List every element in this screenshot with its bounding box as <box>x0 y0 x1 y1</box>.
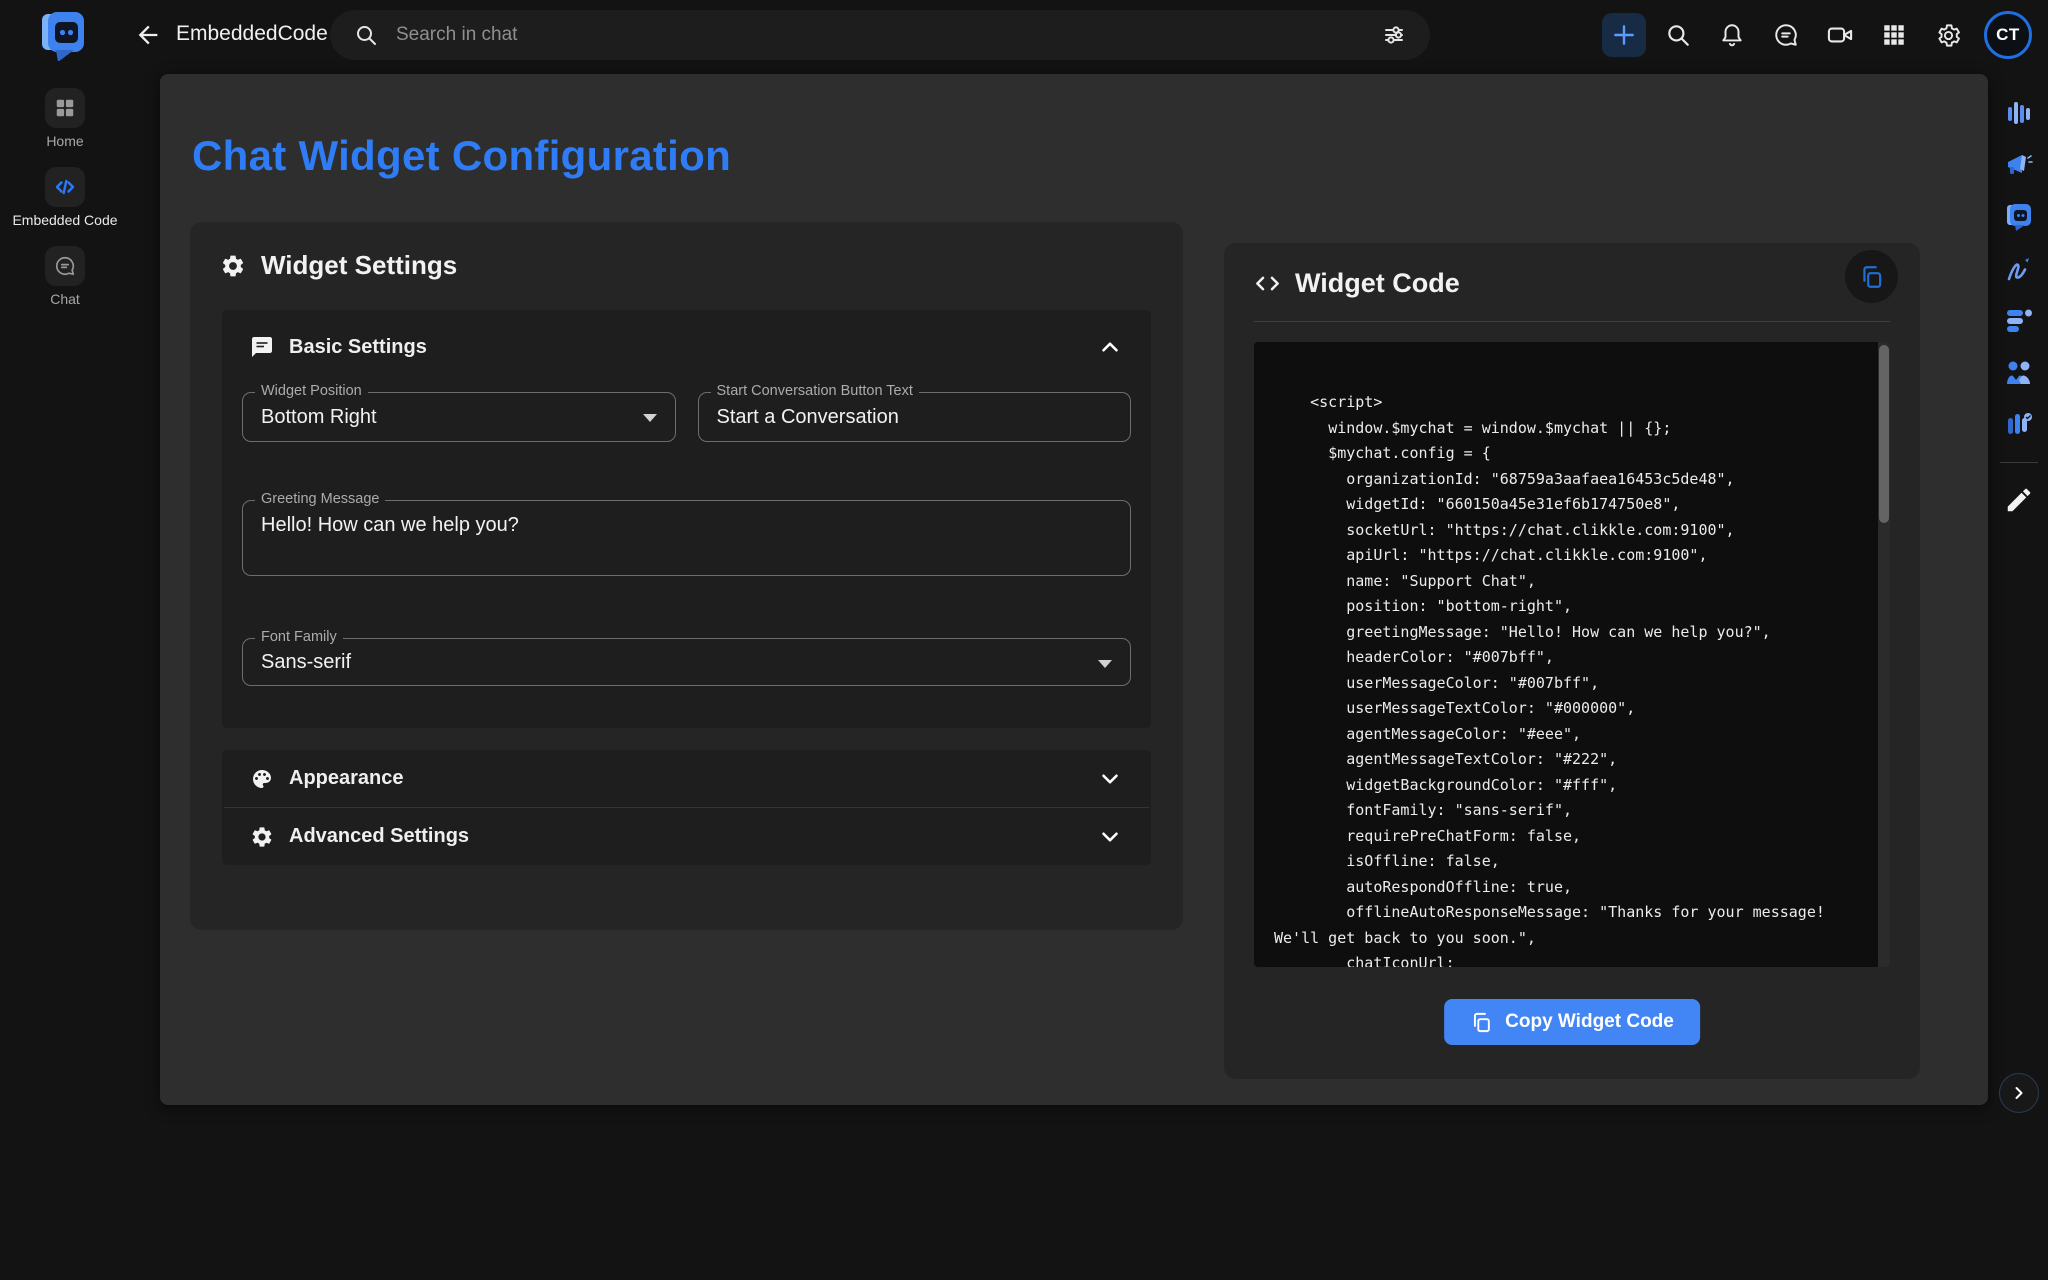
home-grid-icon <box>54 97 76 119</box>
stats-check-icon[interactable] <box>2004 410 2034 440</box>
page-title: Chat Widget Configuration <box>192 132 731 180</box>
analytics-icon[interactable] <box>2004 98 2034 128</box>
accordion-label: Appearance <box>289 767 1082 790</box>
chevron-up-icon[interactable] <box>1097 334 1123 360</box>
field-label: Start Conversation Button Text <box>711 383 919 399</box>
sidebar-item-label: Embedded Code <box>12 212 117 228</box>
add-button[interactable] <box>1602 13 1646 57</box>
main-content-panel: Chat Widget Configuration Widget Setting… <box>160 74 1988 1105</box>
search-icon-button[interactable] <box>1656 13 1700 57</box>
message-icon <box>250 335 274 359</box>
widget-settings-title: Widget Settings <box>261 250 457 281</box>
campaigns-megaphone-icon[interactable] <box>2004 150 2034 180</box>
chevron-down-icon[interactable] <box>1097 766 1123 792</box>
copy-button-label: Copy Widget Code <box>1505 1011 1674 1033</box>
code-brackets-icon <box>1254 270 1281 297</box>
chevron-right-icon <box>2009 1083 2029 1103</box>
field-label: Font Family <box>255 629 343 645</box>
search-bar[interactable] <box>330 10 1430 60</box>
widget-code-card: Widget Code <script> window.$mychat = wi… <box>1224 243 1920 1079</box>
widget-position-select[interactable]: Widget Position Bottom Right <box>242 392 676 442</box>
sidebar-item-label: Chat <box>50 291 80 307</box>
greeting-message-input[interactable]: Greeting Message Hello! How can we help … <box>242 500 1131 576</box>
widget-code-title: Widget Code <box>1295 268 1460 299</box>
topbar-actions: CT <box>1602 0 2032 70</box>
sidebar-item-chat[interactable]: Chat <box>45 246 85 307</box>
edit-pencil-icon[interactable] <box>2004 485 2034 515</box>
settings-gear-icon[interactable] <box>1926 13 1970 57</box>
field-value: Bottom Right <box>243 393 675 441</box>
chat-bubble-icon <box>54 255 76 277</box>
accordion-basic-settings: Basic Settings Widget Position Bottom Ri… <box>222 310 1151 728</box>
widget-settings-card: Widget Settings Basic Settings <box>190 222 1183 930</box>
sidebar-item-label: Home <box>46 133 83 149</box>
search-icon <box>354 23 378 47</box>
apps-grid-icon[interactable] <box>1872 13 1916 57</box>
left-sidebar: Home Embedded Code Chat <box>0 70 130 1280</box>
dropdown-caret-icon <box>643 414 657 422</box>
divider <box>1254 321 1890 322</box>
chevron-down-icon[interactable] <box>1097 824 1123 850</box>
font-family-select[interactable]: Font Family Sans-serif <box>242 638 1131 686</box>
back-arrow-icon[interactable] <box>134 21 162 49</box>
code-scrollbar-track[interactable] <box>1878 342 1890 967</box>
copy-widget-code-button[interactable]: Copy Widget Code <box>1444 999 1700 1045</box>
notifications-bell-icon[interactable] <box>1710 13 1754 57</box>
widget-code-text: <script> window.$mychat = window.$mychat… <box>1254 342 1890 967</box>
filter-tune-icon[interactable] <box>1382 23 1406 47</box>
search-input[interactable] <box>396 24 1370 46</box>
projects-list-icon[interactable] <box>2004 306 2034 336</box>
avatar-initials: CT <box>1996 25 2020 45</box>
settings-gear-icon <box>250 825 274 849</box>
signature-icon[interactable] <box>2004 254 2034 284</box>
settings-gear-icon <box>220 253 246 279</box>
copy-code-icon-button[interactable] <box>1845 250 1898 303</box>
field-value: Start a Conversation <box>699 393 1131 441</box>
field-label: Widget Position <box>255 383 368 399</box>
toolbar-divider <box>2000 462 2038 463</box>
accordion-basic-settings-header[interactable]: Basic Settings <box>222 310 1151 384</box>
field-label: Greeting Message <box>255 491 385 507</box>
copy-icon <box>1859 264 1885 290</box>
accordion-appearance-header[interactable]: Appearance <box>222 750 1151 807</box>
app-logo-icon[interactable] <box>36 9 88 61</box>
video-call-icon[interactable] <box>1818 13 1862 57</box>
field-value: Sans-serif <box>243 639 1130 685</box>
accordion-label: Basic Settings <box>289 336 1082 359</box>
breadcrumb-title: EmbeddedCode <box>176 22 328 46</box>
dropdown-caret-icon <box>1098 660 1112 668</box>
accordion-label: Advanced Settings <box>289 825 1082 848</box>
chat-messages-icon[interactable] <box>1764 13 1808 57</box>
user-avatar[interactable]: CT <box>1984 11 2032 59</box>
widget-code-block[interactable]: <script> window.$mychat = window.$mychat… <box>1254 342 1890 967</box>
top-bar: EmbeddedCode <box>0 0 2048 70</box>
chat-app-icon[interactable] <box>2004 202 2034 232</box>
expand-panel-button[interactable] <box>1999 1073 2039 1113</box>
accordion-group-collapsed: Appearance Advanced Settings <box>222 750 1151 865</box>
code-icon <box>53 175 77 199</box>
sidebar-item-home[interactable]: Home <box>45 88 85 149</box>
accordion-advanced-header[interactable]: Advanced Settings <box>222 808 1151 865</box>
people-icon[interactable] <box>2004 358 2034 388</box>
sidebar-item-embedded-code[interactable]: Embedded Code <box>12 167 117 228</box>
palette-icon <box>250 767 274 791</box>
start-button-text-input[interactable]: Start Conversation Button Text Start a C… <box>698 392 1132 442</box>
code-scrollbar-thumb[interactable] <box>1879 345 1889 523</box>
copy-icon <box>1470 1011 1493 1034</box>
